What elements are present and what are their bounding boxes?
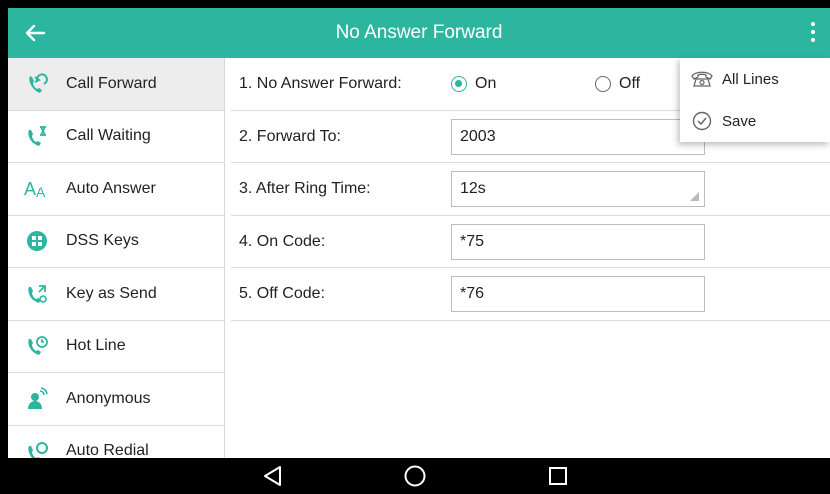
sidebar-item-label: DSS Keys [66, 232, 139, 250]
no-answer-forward-label: 1. No Answer Forward: [239, 75, 402, 92]
page-title: No Answer Forward [335, 22, 503, 43]
sidebar-item-label: Auto Redial [66, 442, 149, 458]
off-code-input[interactable]: *76 [451, 276, 705, 312]
after-ring-time-select[interactable]: 12s [451, 171, 705, 207]
sidebar-item-label: Call Waiting [66, 127, 151, 145]
auto-redial-icon [22, 439, 52, 458]
sidebar-item-auto-redial[interactable]: Auto Redial [8, 426, 224, 458]
sidebar-item-label: Anonymous [66, 389, 151, 407]
off-code-label: 5. Off Code: [239, 285, 325, 302]
svg-text:A: A [24, 179, 36, 199]
sidebar: Call Forward Call Waiting A A Auto Answe… [8, 58, 225, 458]
title-bar: No Answer Forward [8, 8, 830, 58]
radio-unselected-icon [595, 76, 611, 92]
sidebar-item-dss-keys[interactable]: DSS Keys [8, 216, 224, 268]
menu-item-label: All Lines [722, 70, 779, 88]
call-waiting-icon [22, 124, 52, 148]
sidebar-item-label: Auto Answer [66, 179, 156, 197]
dropdown-corner-icon [690, 192, 699, 201]
sidebar-item-key-as-send[interactable]: Key as Send [8, 268, 224, 321]
sidebar-item-auto-answer[interactable]: A A Auto Answer [8, 163, 224, 216]
radio-on-label: On [475, 75, 497, 92]
nav-recents-square-icon[interactable] [545, 464, 571, 488]
sidebar-item-label: Hot Line [66, 337, 126, 355]
radio-off-label: Off [619, 75, 641, 92]
radio-on[interactable]: On [451, 58, 496, 110]
check-circle-icon [690, 110, 714, 132]
on-code-label: 4. On Code: [239, 232, 326, 250]
hot-line-icon [22, 334, 52, 358]
after-ring-time-row: 3. After Ring Time: 12s [231, 163, 830, 216]
after-ring-time-value: 12s [460, 180, 486, 197]
sidebar-item-call-waiting[interactable]: Call Waiting [8, 111, 224, 163]
sidebar-item-anonymous[interactable]: Anonymous [8, 373, 224, 426]
key-as-send-icon [22, 282, 52, 306]
on-code-row: 4. On Code: *75 [231, 216, 830, 268]
nav-home-circle-icon[interactable] [402, 464, 428, 488]
svg-text:A: A [36, 184, 46, 200]
sidebar-item-label: Call Forward [66, 74, 157, 92]
nav-back-triangle-icon[interactable] [260, 464, 286, 488]
after-ring-time-label: 3. After Ring Time: [239, 180, 371, 197]
anonymous-icon [22, 386, 52, 411]
off-code-row: 5. Off Code: *76 [231, 268, 830, 321]
forward-to-label: 2. Forward To: [239, 127, 341, 145]
menu-item-save[interactable]: Save [680, 100, 830, 142]
more-vertical-icon[interactable] [808, 20, 818, 48]
phone-screen: No Answer Forward Call Forward Call Wait… [0, 0, 830, 494]
radio-off[interactable]: Off [595, 58, 640, 110]
options-menu: All Lines Save [680, 58, 830, 142]
dss-keys-icon [22, 229, 52, 253]
sidebar-item-label: Key as Send [66, 284, 157, 302]
forward-to-input[interactable]: 2003 [451, 118, 705, 155]
auto-answer-icon: A A [22, 177, 52, 201]
phone-icon [690, 68, 714, 90]
radio-selected-icon [451, 76, 467, 92]
navigation-bar [0, 458, 830, 494]
menu-item-label: Save [722, 112, 757, 130]
menu-item-all-lines[interactable]: All Lines [680, 58, 830, 100]
on-code-input[interactable]: *75 [451, 223, 705, 260]
sidebar-item-hot-line[interactable]: Hot Line [8, 321, 224, 373]
call-forward-icon [22, 72, 52, 96]
sidebar-item-call-forward[interactable]: Call Forward [8, 58, 224, 111]
